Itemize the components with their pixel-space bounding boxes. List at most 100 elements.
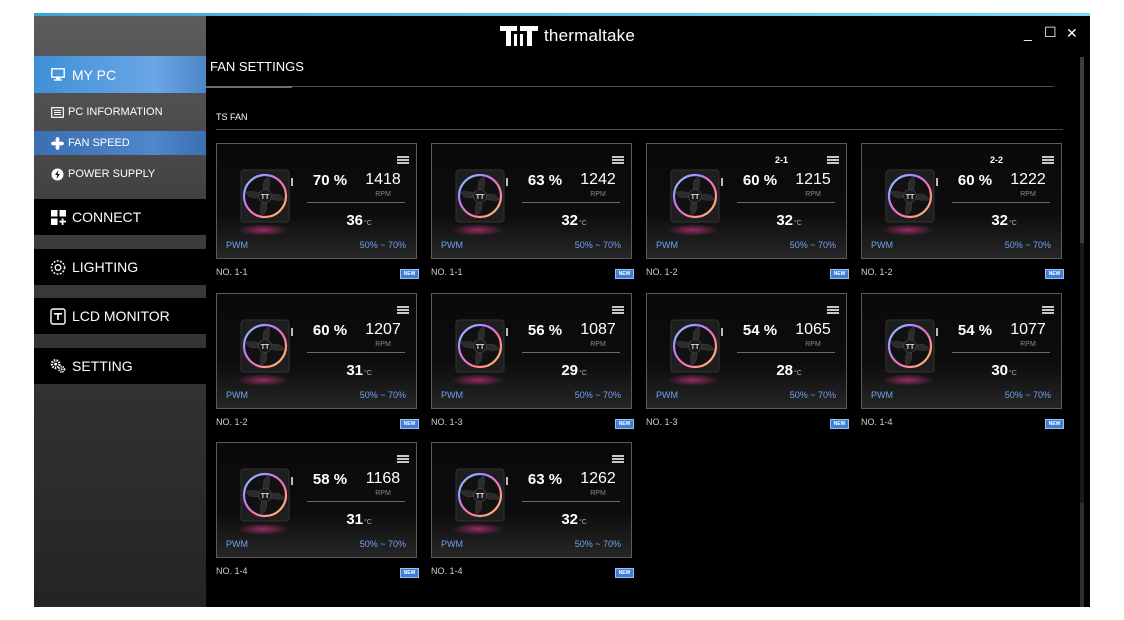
brand-name: thermaltake bbox=[544, 26, 636, 45]
fan-rpm: 1215 bbox=[795, 171, 831, 188]
scrollbar-thumb[interactable] bbox=[1080, 57, 1084, 243]
fan-mode[interactable]: PWM bbox=[226, 539, 248, 549]
svg-text:TT: TT bbox=[261, 493, 270, 500]
fan-mode[interactable]: PWM bbox=[871, 240, 893, 250]
section-divider bbox=[216, 129, 1063, 130]
fan-card[interactable]: TT 56 % 1087 RPM 29 °C PWM 50% ~ 70% bbox=[431, 293, 632, 409]
fan-rpm-unit: RPM bbox=[375, 341, 391, 348]
fan-image: TT bbox=[452, 169, 508, 236]
fan-mode[interactable]: PWM bbox=[441, 390, 463, 400]
app-window: MY PC PC INFORMATION FAN SPEED POWER SUP… bbox=[34, 13, 1090, 607]
fan-card[interactable]: TT 54 % 1065 RPM 28 °C PWM 50% ~ 70% bbox=[646, 293, 847, 409]
fan-card[interactable]: TT 60 % 1207 RPM 31 °C PWM 50% ~ 70% bbox=[216, 293, 417, 409]
card-menu-icon[interactable] bbox=[397, 455, 409, 463]
fan-card[interactable]: TT 58 % 1168 RPM 31 °C PWM 50% ~ 70% bbox=[216, 442, 417, 558]
sidebar-item-label: MY PC bbox=[72, 66, 117, 83]
fan-temperature: 31 bbox=[346, 511, 363, 528]
fan-rpm: 1418 bbox=[365, 171, 401, 188]
new-badge: NEW bbox=[615, 269, 634, 279]
card-menu-icon[interactable] bbox=[397, 156, 409, 164]
monitor-icon bbox=[50, 67, 66, 83]
card-menu-icon[interactable] bbox=[612, 156, 624, 164]
fan-card[interactable]: TT 63 % 1262 RPM 32 °C PWM 50% ~ 70% bbox=[431, 442, 632, 558]
fan-card[interactable]: 2-2 TT 60 % 1222 RPM 32 °C PWM 50% ~ 70% bbox=[861, 143, 1062, 259]
svg-text:TT: TT bbox=[261, 344, 270, 351]
scrollbar-thumb-lower[interactable] bbox=[1080, 503, 1084, 607]
fan-percent: 70 % bbox=[312, 172, 348, 189]
title-divider bbox=[292, 86, 1054, 87]
fan-temperature-unit: °C bbox=[364, 370, 372, 377]
fan-percent: 63 % bbox=[527, 471, 563, 488]
fan-card-label: NO. 1-4 bbox=[861, 417, 893, 427]
lcd-icon bbox=[50, 307, 66, 325]
fan-card-label: NO. 1-3 bbox=[646, 417, 678, 427]
fan-range[interactable]: 50% ~ 70% bbox=[575, 240, 621, 250]
card-menu-icon[interactable] bbox=[397, 306, 409, 314]
fan-mode[interactable]: PWM bbox=[656, 240, 678, 250]
sidebar-item-power-supply[interactable]: POWER SUPPLY bbox=[34, 162, 206, 186]
sidebar-item-lcd-monitor[interactable]: LCD MONITOR bbox=[34, 298, 206, 334]
fan-temperature-unit: °C bbox=[579, 519, 587, 526]
new-badge: NEW bbox=[400, 269, 419, 279]
close-button[interactable]: ✕ bbox=[1066, 25, 1078, 42]
fan-range[interactable]: 50% ~ 70% bbox=[1005, 240, 1051, 250]
fan-image: TT bbox=[667, 169, 723, 236]
minimize-button[interactable]: _ bbox=[1024, 25, 1032, 41]
fan-mode[interactable]: PWM bbox=[441, 539, 463, 549]
fan-range[interactable]: 50% ~ 70% bbox=[360, 539, 406, 549]
fan-range[interactable]: 50% ~ 70% bbox=[1005, 390, 1051, 400]
fan-mode[interactable]: PWM bbox=[226, 390, 248, 400]
card-menu-icon[interactable] bbox=[827, 306, 839, 314]
fan-temperature: 32 bbox=[561, 511, 578, 528]
new-badge: NEW bbox=[830, 269, 849, 279]
svg-text:TT: TT bbox=[691, 194, 700, 201]
sidebar-item-lighting[interactable]: LIGHTING bbox=[34, 249, 206, 285]
fan-card[interactable]: TT 63 % 1242 RPM 32 °C PWM 50% ~ 70% bbox=[431, 143, 632, 259]
card-menu-icon[interactable] bbox=[612, 306, 624, 314]
fan-image: TT bbox=[452, 468, 508, 535]
fan-range[interactable]: 50% ~ 70% bbox=[360, 390, 406, 400]
sidebar-item-label: FAN SPEED bbox=[68, 137, 130, 149]
fan-range[interactable]: 50% ~ 70% bbox=[790, 390, 836, 400]
fan-range[interactable]: 50% ~ 70% bbox=[575, 539, 621, 549]
fan-card[interactable]: TT 70 % 1418 RPM 36 °C PWM 50% ~ 70% bbox=[216, 143, 417, 259]
svg-text:TT: TT bbox=[906, 344, 915, 351]
fan-range[interactable]: 50% ~ 70% bbox=[575, 390, 621, 400]
fan-temperature: 36 bbox=[346, 212, 363, 229]
sidebar-item-pc-information[interactable]: PC INFORMATION bbox=[34, 100, 206, 124]
maximize-button[interactable]: ☐ bbox=[1044, 24, 1057, 41]
card-menu-icon[interactable] bbox=[1042, 156, 1054, 164]
fan-card[interactable]: TT 54 % 1077 RPM 30 °C PWM 50% ~ 70% bbox=[861, 293, 1062, 409]
fan-temperature-unit: °C bbox=[579, 220, 587, 227]
fan-range[interactable]: 50% ~ 70% bbox=[790, 240, 836, 250]
card-menu-icon[interactable] bbox=[612, 455, 624, 463]
card-menu-icon[interactable] bbox=[827, 156, 839, 164]
title-underline bbox=[206, 86, 292, 88]
sidebar-item-label: CONNECT bbox=[72, 209, 142, 225]
fan-mode[interactable]: PWM bbox=[226, 240, 248, 250]
fan-temperature: 32 bbox=[991, 212, 1008, 229]
fan-temperature-unit: °C bbox=[364, 220, 372, 227]
svg-text:TT: TT bbox=[261, 194, 270, 201]
fan-mode[interactable]: PWM bbox=[441, 240, 463, 250]
sidebar-item-fan-speed[interactable]: FAN SPEED bbox=[34, 131, 206, 155]
svg-text:TT: TT bbox=[476, 344, 485, 351]
sidebar-item-my-pc[interactable]: MY PC bbox=[34, 56, 206, 93]
fan-temperature: 30 bbox=[991, 362, 1008, 379]
fan-percent: 58 % bbox=[312, 471, 348, 488]
fan-mode[interactable]: PWM bbox=[656, 390, 678, 400]
fan-image: TT bbox=[882, 319, 938, 386]
fan-percent: 54 % bbox=[742, 322, 778, 339]
fan-rpm: 1242 bbox=[580, 171, 616, 188]
fan-percent: 60 % bbox=[742, 172, 778, 189]
fan-card-label: NO. 1-1 bbox=[216, 267, 248, 277]
sidebar-item-setting[interactable]: SETTING bbox=[34, 348, 206, 384]
fan-card[interactable]: 2-1 TT 60 % 1215 RPM 32 °C PWM 50% ~ 70% bbox=[646, 143, 847, 259]
fan-range[interactable]: 50% ~ 70% bbox=[360, 240, 406, 250]
fan-mode[interactable]: PWM bbox=[871, 390, 893, 400]
sidebar-item-connect[interactable]: CONNECT bbox=[34, 199, 206, 235]
fan-percent: 60 % bbox=[312, 322, 348, 339]
fan-percent: 54 % bbox=[957, 322, 993, 339]
fan-image: TT bbox=[452, 319, 508, 386]
card-menu-icon[interactable] bbox=[1042, 306, 1054, 314]
